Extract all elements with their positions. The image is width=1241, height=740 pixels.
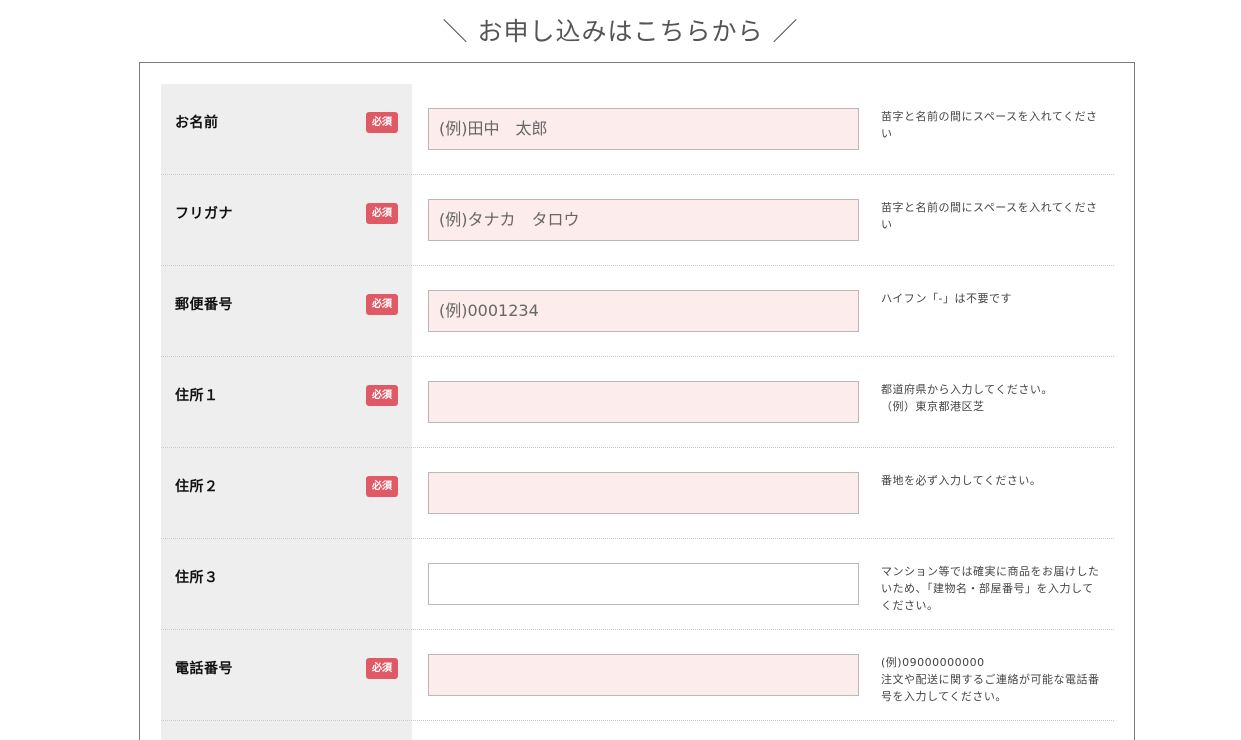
required-badge: 必須 bbox=[366, 203, 398, 224]
address-1-hint: 都道府県から入力してください。 （例）東京都港区芝 bbox=[881, 383, 1053, 413]
form-rows: お名前 必須 (例)田中 太郎 苗字と名前の間にスペースを入れてください フリガ… bbox=[161, 84, 1114, 721]
required-badge: 必須 bbox=[366, 658, 398, 679]
form-row-furigana: フリガナ 必須 (例)タナカ タロウ 苗字と名前の間にスペースを入れてください bbox=[161, 175, 1114, 266]
page: ＼ お申し込みはこちらから ／ お名前 必須 (例)田中 太郎 苗字と名前の間に… bbox=[0, 0, 1241, 740]
postal-code-hint: ハイフン「-」は不要です bbox=[881, 292, 1012, 305]
address-3-label: 住所３ bbox=[175, 570, 219, 586]
name-input[interactable]: (例)田中 太郎 bbox=[428, 108, 859, 150]
required-badge: 必須 bbox=[366, 112, 398, 133]
address-2-hint: 番地を必ず入力してください。 bbox=[881, 474, 1042, 487]
form-row-phone: 電話番号 必須 (例)09000000000 注文や配送に関するご連絡が可能な電… bbox=[161, 630, 1114, 721]
name-label: お名前 bbox=[175, 115, 219, 131]
postal-code-input[interactable]: (例)0001234 bbox=[428, 290, 859, 332]
phone-hint: (例)09000000000 注文や配送に関するご連絡が可能な電話番号を入力して… bbox=[881, 656, 1100, 703]
name-hint: 苗字と名前の間にスペースを入れてください bbox=[881, 110, 1098, 140]
form-row-address-1: 住所１ 必須 都道府県から入力してください。 （例）東京都港区芝 bbox=[161, 357, 1114, 448]
furigana-label: フリガナ bbox=[175, 206, 233, 222]
required-badge: 必須 bbox=[366, 476, 398, 497]
address-2-label: 住所２ bbox=[175, 479, 219, 495]
required-badge: 必須 bbox=[366, 385, 398, 406]
furigana-hint: 苗字と名前の間にスペースを入れてください bbox=[881, 201, 1098, 231]
form-heading: ＼ お申し込みはこちらから ／ bbox=[442, 17, 799, 46]
form-row-address-3: 住所３ マンション等では確実に商品をお届けしたいため、「建物名・部屋番号」を入力… bbox=[161, 539, 1114, 630]
address-1-label: 住所１ bbox=[175, 388, 219, 404]
phone-input[interactable] bbox=[428, 654, 859, 696]
furigana-input[interactable]: (例)タナカ タロウ bbox=[428, 199, 859, 241]
address-3-input[interactable] bbox=[428, 563, 859, 605]
address-2-input[interactable] bbox=[428, 472, 859, 514]
required-badge: 必須 bbox=[366, 294, 398, 315]
form-row-postal-code: 郵便番号 必須 (例)0001234 ハイフン「-」は不要です bbox=[161, 266, 1114, 357]
postal-code-label: 郵便番号 bbox=[175, 297, 233, 313]
address-3-hint: マンション等では確実に商品をお届けしたいため、「建物名・部屋番号」を入力してくだ… bbox=[881, 565, 1100, 612]
address-1-input[interactable] bbox=[428, 381, 859, 423]
phone-label: 電話番号 bbox=[175, 661, 233, 677]
form-row-address-2: 住所２ 必須 番地を必ず入力してください。 bbox=[161, 448, 1114, 539]
form-row-name: お名前 必須 (例)田中 太郎 苗字と名前の間にスペースを入れてください bbox=[161, 84, 1114, 175]
